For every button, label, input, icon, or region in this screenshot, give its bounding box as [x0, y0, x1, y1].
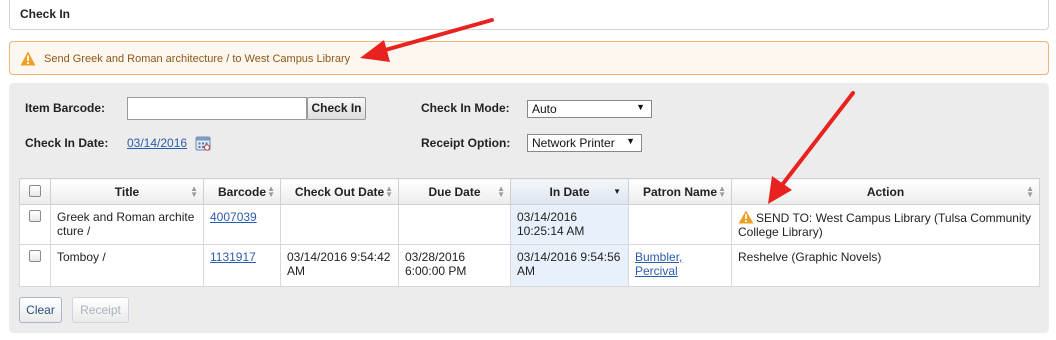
row-checkbox-cell: [19, 244, 51, 287]
cell-check-out-date: 03/14/2016 9:54:42 AM: [280, 244, 399, 287]
sort-desc-icon: ▼: [613, 187, 621, 196]
row-checkbox[interactable]: [29, 210, 41, 222]
column-header-in-date[interactable]: In Date ▼: [510, 178, 629, 205]
check-in-mode-label: Check In Mode:: [421, 101, 510, 115]
column-label: In Date: [549, 184, 590, 199]
column-label: Action: [866, 184, 905, 199]
dropdown-arrow-icon: ▼: [626, 136, 635, 146]
row-checkbox-cell: [19, 204, 51, 245]
alert-banner: Send Greek and Roman architecture / to W…: [9, 41, 1049, 75]
sort-icon: ▲ ▼: [718, 184, 726, 199]
column-header-title[interactable]: Title ▲ ▼: [50, 178, 204, 205]
column-header-check-out-date[interactable]: Check Out Date ▲ ▼: [280, 178, 399, 205]
cell-title: Greek and Roman archite cture /: [50, 204, 204, 245]
check-in-date-link[interactable]: 03/14/2016: [127, 136, 187, 150]
warning-icon: [20, 51, 36, 66]
cell-action: Reshelve (Graphic Novels): [731, 244, 1040, 287]
warning-icon: [738, 210, 754, 224]
column-header-due-date[interactable]: Due Date ▲ ▼: [398, 178, 511, 205]
header-panel: Check In: [9, 0, 1049, 30]
column-label: Title: [114, 184, 140, 199]
patron-link[interactable]: Bumbler, Percival: [635, 250, 682, 278]
checkbox[interactable]: [29, 185, 41, 197]
check-in-button[interactable]: Check In: [307, 97, 366, 120]
check-in-mode-select[interactable]: Auto ▼: [527, 100, 652, 118]
sort-icon: ▲ ▼: [267, 184, 275, 199]
cell-barcode: 1131917: [203, 244, 281, 287]
cell-barcode: 4007039: [203, 204, 281, 245]
column-label: Due Date: [428, 184, 481, 199]
check-in-panel: Item Barcode: Check In Check In Date: 03…: [9, 83, 1049, 333]
table-row: Tomboy / 1131917 03/14/2016 9:54:42 AM 0…: [19, 244, 1040, 287]
item-barcode-input[interactable]: [127, 97, 307, 120]
cell-action: SEND TO: West Campus Library (Tulsa Comm…: [731, 204, 1040, 245]
cell-patron-name: [628, 204, 732, 245]
column-header-patron-name[interactable]: Patron Name ▲ ▼: [628, 178, 732, 205]
sort-icon: ▲ ▼: [190, 184, 198, 199]
column-label: Patron Name: [642, 184, 718, 199]
calendar-icon[interactable]: [195, 135, 211, 151]
row-checkbox[interactable]: [29, 250, 41, 262]
dropdown-arrow-icon: ▼: [636, 102, 645, 112]
column-header-action[interactable]: Action ▲ ▼: [731, 178, 1040, 205]
receipt-option-select[interactable]: Network Printer ▼: [527, 134, 642, 152]
receipt-button[interactable]: Receipt: [72, 297, 129, 323]
table-row: Greek and Roman archite cture / 4007039 …: [19, 204, 1040, 245]
cell-check-out-date: [280, 204, 399, 245]
action-text: SEND TO: West Campus Library (Tulsa Comm…: [738, 211, 1031, 239]
cell-due-date: 03/28/2016 6:00:00 PM: [398, 244, 511, 287]
column-label: Check Out Date: [294, 184, 385, 199]
cell-in-date: 03/14/2016 10:25:14 AM: [510, 204, 629, 245]
sort-icon: ▲ ▼: [1026, 184, 1034, 199]
column-label: Barcode: [217, 184, 267, 199]
receipt-option-label: Receipt Option:: [421, 136, 511, 150]
sort-icon: ▲ ▼: [385, 184, 393, 199]
cell-due-date: [398, 204, 511, 245]
check-in-table: Title ▲ ▼ Barcode ▲ ▼ Check Out Date ▲ ▼ Due D…: [19, 178, 1040, 287]
column-header-barcode[interactable]: Barcode ▲ ▼: [203, 178, 281, 205]
item-barcode-label: Item Barcode:: [25, 101, 106, 115]
check-in-date-label: Check In Date:: [25, 136, 109, 150]
check-in-mode-value: Auto: [532, 102, 557, 116]
receipt-option-value: Network Printer: [532, 136, 615, 150]
cell-patron-name: Bumbler, Percival: [628, 244, 732, 287]
alert-message: Send Greek and Roman architecture / to W…: [44, 53, 351, 65]
clear-button[interactable]: Clear: [19, 297, 62, 323]
barcode-link[interactable]: 1131917: [210, 250, 256, 264]
page-title: Check In: [20, 7, 71, 21]
cell-title: Tomboy /: [50, 244, 204, 287]
select-all-checkbox[interactable]: [19, 178, 51, 205]
cell-in-date: 03/14/2016 9:54:56 AM: [510, 244, 629, 287]
barcode-link[interactable]: 4007039: [210, 210, 257, 224]
sort-icon: ▲ ▼: [497, 184, 505, 199]
